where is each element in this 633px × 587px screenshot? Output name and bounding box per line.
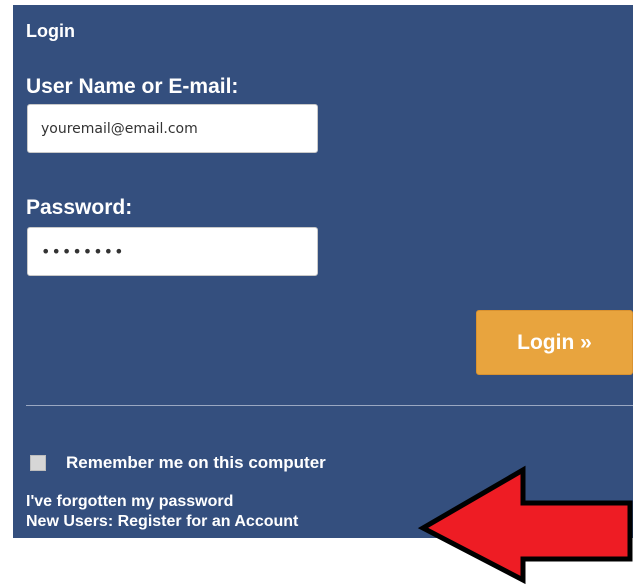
password-input[interactable]: [27, 227, 318, 276]
username-label: User Name or E-mail:: [26, 75, 239, 98]
divider: [26, 405, 633, 406]
login-button[interactable]: Login »: [476, 310, 633, 375]
login-panel: Login User Name or E-mail: Password: Log…: [13, 5, 633, 538]
panel-title: Login: [26, 21, 75, 41]
register-account-link[interactable]: New Users: Register for an Account: [26, 513, 298, 531]
forgot-password-link[interactable]: I've forgotten my password: [26, 493, 233, 511]
remember-me-checkbox[interactable]: [30, 455, 46, 471]
password-label: Password:: [26, 196, 133, 219]
remember-me-row: Remember me on this computer: [30, 452, 326, 474]
username-input[interactable]: [27, 104, 318, 153]
remember-me-label: Remember me on this computer: [66, 453, 326, 472]
